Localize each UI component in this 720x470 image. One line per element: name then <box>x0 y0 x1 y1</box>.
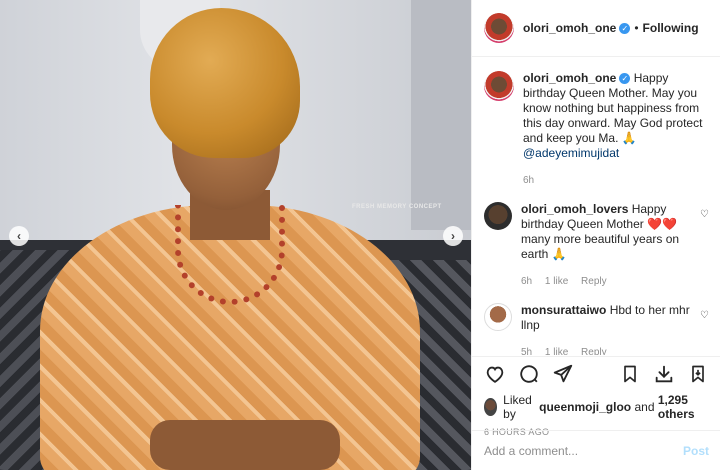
comment-likes[interactable]: 1 like <box>545 347 568 355</box>
paper-plane-icon <box>553 364 573 383</box>
comment-button[interactable] <box>518 363 540 385</box>
add-comment-bar: Post <box>472 430 720 470</box>
comment-time[interactable]: 6h <box>521 276 532 287</box>
caption-meta: 6h <box>523 173 709 188</box>
add-comment-input[interactable] <box>484 443 683 458</box>
post-header: olori_omoh_one ✓ • Following <box>472 0 720 57</box>
like-button[interactable] <box>484 363 506 385</box>
comment-body: monsurattaiwo Hbd to her mhr llnp 5h 1 l… <box>521 303 696 355</box>
carousel-toggle-button[interactable] <box>619 363 641 385</box>
comment-meta: 5h 1 like Reply <box>521 345 696 355</box>
post-side-panel: olori_omoh_one ✓ • Following olori_omoh_… <box>471 0 720 470</box>
likes-and: and <box>634 400 655 414</box>
comment-reply-button[interactable]: Reply <box>581 347 607 355</box>
author-username[interactable]: olori_omoh_one <box>523 21 616 35</box>
comment-username[interactable]: monsurattaiwo <box>521 303 606 317</box>
comments-list[interactable]: olori_omoh_one ✓ Happy birthday Queen Mot… <box>472 57 720 355</box>
download-icon <box>655 365 673 383</box>
share-button[interactable] <box>552 363 574 385</box>
like-comment-heart-icon[interactable]: ♡ <box>700 209 709 220</box>
comment-username[interactable]: olori_omoh_lovers <box>521 202 628 216</box>
photo-watermark: FRESH MEMORY CONCEPT <box>352 204 442 210</box>
post-actions: Liked by queenmoji_gloo and 1,295 others… <box>472 356 720 437</box>
comment-item: olori_omoh_lovers Happy birthday Queen M… <box>472 202 720 289</box>
comment-time[interactable]: 5h <box>521 347 532 355</box>
photo-subject-hands <box>150 420 340 470</box>
chevron-left-icon: ‹ <box>17 229 21 243</box>
caption-body: olori_omoh_one ✓ Happy birthday Queen Mot… <box>523 71 709 188</box>
next-photo-button[interactable]: › <box>443 226 463 246</box>
comment-item: monsurattaiwo Hbd to her mhr llnp 5h 1 l… <box>472 303 720 355</box>
bookmark-download-icon <box>692 365 704 383</box>
comment-body: olori_omoh_lovers Happy birthday Queen M… <box>521 202 696 289</box>
comment-meta: 6h 1 like Reply <box>521 274 696 289</box>
caption-time[interactable]: 6h <box>523 175 534 186</box>
caption-username[interactable]: olori_omoh_one <box>523 71 616 85</box>
commenter-avatar[interactable] <box>484 202 512 230</box>
caption: olori_omoh_one ✓ Happy birthday Queen Mot… <box>472 71 720 188</box>
save-button[interactable] <box>687 363 709 385</box>
post-photo[interactable]: FRESH MEMORY CONCEPT ‹ › <box>0 0 471 470</box>
like-comment-heart-icon[interactable]: ♡ <box>700 310 709 321</box>
previous-photo-button[interactable]: ‹ <box>9 226 29 246</box>
heart-icon <box>486 366 504 383</box>
separator-dot: • <box>634 21 639 35</box>
liker-username[interactable]: queenmoji_gloo <box>539 400 631 414</box>
caption-author-avatar[interactable] <box>484 71 514 101</box>
comment-bubble-icon <box>520 365 538 383</box>
likes-summary: Liked by queenmoji_gloo and 1,295 others <box>472 387 720 421</box>
verified-badge-icon: ✓ <box>619 22 631 34</box>
download-button[interactable] <box>653 363 675 385</box>
author-avatar[interactable] <box>484 13 514 43</box>
comment-likes[interactable]: 1 like <box>545 276 568 287</box>
comment-reply-button[interactable]: Reply <box>581 276 607 287</box>
liker-avatar[interactable] <box>484 398 498 416</box>
likes-prefix: Liked by <box>503 393 532 421</box>
action-icons-row <box>472 361 720 387</box>
bookmark-outline-icon <box>624 365 636 383</box>
post-comment-button[interactable]: Post <box>683 444 709 458</box>
following-button[interactable]: Following <box>643 21 699 35</box>
author-name-row: olori_omoh_one ✓ • Following <box>523 21 699 35</box>
likes-others-link[interactable]: 1,295 others <box>658 393 709 421</box>
commenter-avatar[interactable] <box>484 303 512 331</box>
caption-mention-link[interactable]: @adeyemimujidat <box>523 146 619 160</box>
chevron-right-icon: › <box>451 229 455 243</box>
photo-background-frame <box>411 0 471 230</box>
verified-badge-icon: ✓ <box>619 73 631 85</box>
